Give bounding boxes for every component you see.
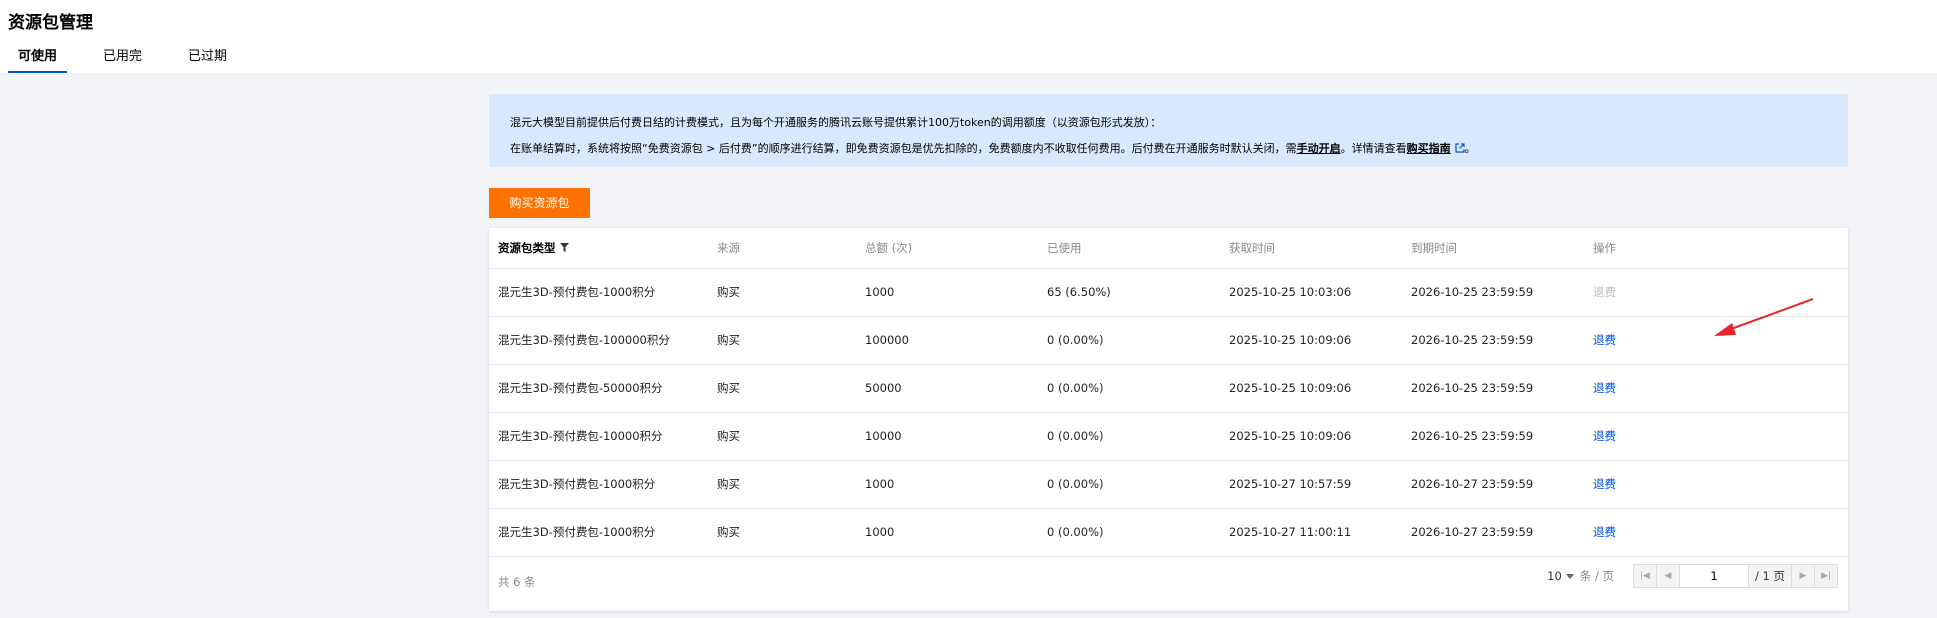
refund-link[interactable]: 退费 [1593, 429, 1616, 443]
first-page-icon[interactable]: |◀ [1632, 564, 1657, 588]
cell-type: 混元生3D-预付费包-100000积分 [489, 316, 708, 365]
refund-link[interactable]: 退费 [1593, 477, 1616, 491]
header-type[interactable]: 资源包类型 [489, 228, 708, 269]
cell-used: 65 (6.50%) [1038, 268, 1220, 317]
total-pages: / 1 页 [1748, 564, 1792, 588]
cell-source: 购买 [708, 412, 856, 461]
notice-line-2-mid: 。详情请查看 [1340, 142, 1407, 155]
purchase-guide-link[interactable]: 购买指南 [1407, 142, 1451, 155]
filter-icon[interactable] [559, 242, 569, 252]
resource-pack-table-card: 资源包类型 来源 总额 (次) 已使用 获取时间 到期时间 操作 混元生3D-预… [489, 228, 1848, 611]
annotation-arrow-icon [1714, 298, 1814, 336]
buy-resource-pack-button[interactable]: 购买资源包 [489, 188, 590, 218]
prev-page-icon[interactable]: ◀ [1655, 564, 1680, 588]
pagination: 10 条 / 页 |◀ ◀ / 1 页 ▶ ▶| [1547, 564, 1838, 588]
cell-action: 退费 [1584, 412, 1848, 461]
page-size-select[interactable]: 10 条 / 页 [1547, 568, 1614, 584]
cell-type: 混元生3D-预付费包-10000积分 [489, 412, 708, 461]
cell-type: 混元生3D-预付费包-1000积分 [489, 508, 708, 557]
table-header-row: 资源包类型 来源 总额 (次) 已使用 获取时间 到期时间 操作 [489, 228, 1848, 269]
cell-used: 0 (0.00%) [1038, 364, 1220, 413]
cell-acquired: 2025-10-27 10:57:59 [1220, 460, 1402, 509]
top-header: 资源包管理 可使用 已用完 已过期 [0, 0, 1937, 73]
cell-used: 0 (0.00%) [1038, 412, 1220, 461]
cell-acquired: 2025-10-25 10:09:06 [1220, 412, 1402, 461]
tab-expired[interactable]: 已过期 [178, 49, 237, 73]
header-action: 操作 [1584, 228, 1848, 269]
cell-type: 混元生3D-预付费包-1000积分 [489, 460, 708, 509]
last-page-icon[interactable]: ▶| [1814, 564, 1838, 588]
next-page-icon[interactable]: ▶ [1791, 564, 1815, 588]
cell-total: 10000 [856, 412, 1038, 461]
header-source: 来源 [708, 228, 856, 269]
cell-source: 购买 [708, 508, 856, 557]
cell-type: 混元生3D-预付费包-1000积分 [489, 268, 708, 317]
refund-link[interactable]: 退费 [1593, 333, 1616, 347]
cell-total: 1000 [856, 268, 1038, 317]
tab-bar: 可使用 已用完 已过期 [8, 49, 263, 73]
cell-total: 100000 [856, 316, 1038, 365]
page-number-input[interactable] [1678, 564, 1749, 588]
cell-source: 购买 [708, 364, 856, 413]
cell-total: 1000 [856, 460, 1038, 509]
tab-used-up[interactable]: 已用完 [93, 49, 152, 73]
table-footer: 共 6 条 10 条 / 页 |◀ ◀ / 1 页 ▶ ▶| [489, 552, 1848, 611]
cell-used: 0 (0.00%) [1038, 316, 1220, 365]
header-acquired: 获取时间 [1220, 228, 1402, 269]
total-count: 共 6 条 [498, 575, 536, 589]
table-row: 混元生3D-预付费包-1000积分 购买 1000 0 (0.00%) 2025… [489, 460, 1848, 509]
table-row: 混元生3D-预付费包-1000积分 购买 1000 65 (6.50%) 202… [489, 268, 1848, 317]
header-used: 已使用 [1038, 228, 1220, 269]
cell-type: 混元生3D-预付费包-50000积分 [489, 364, 708, 413]
refund-link[interactable]: 退费 [1593, 525, 1616, 539]
cell-expires: 2026-10-25 23:59:59 [1402, 316, 1584, 365]
cell-acquired: 2025-10-25 10:09:06 [1220, 316, 1402, 365]
table-row: 混元生3D-预付费包-10000积分 购买 10000 0 (0.00%) 20… [489, 412, 1848, 461]
cell-action: 退费 [1584, 508, 1848, 557]
notice-line-2-prefix: 在账单结算时，系统将按照“免费资源包 > 后付费”的顺序进行结算，即免费资源包是… [510, 142, 1297, 155]
cell-expires: 2026-10-25 23:59:59 [1402, 268, 1584, 317]
cell-expires: 2026-10-27 23:59:59 [1402, 508, 1584, 557]
cell-total: 50000 [856, 364, 1038, 413]
cell-acquired: 2025-10-27 11:00:11 [1220, 508, 1402, 557]
chevron-down-icon [1565, 573, 1574, 579]
page-size-value: 10 [1547, 569, 1562, 583]
cell-expires: 2026-10-25 23:59:59 [1402, 412, 1584, 461]
cell-action: 退费 [1584, 460, 1848, 509]
cell-acquired: 2025-10-25 10:09:06 [1220, 364, 1402, 413]
header-expires: 到期时间 [1402, 228, 1584, 269]
cell-acquired: 2025-10-25 10:03:06 [1220, 268, 1402, 317]
table-row: 混元生3D-预付费包-50000积分 购买 50000 0 (0.00%) 20… [489, 364, 1848, 413]
cell-expires: 2026-10-25 23:59:59 [1402, 364, 1584, 413]
billing-notice: 混元大模型目前提供后付费日结的计费模式，且为每个开通服务的腾讯云账号提供累计10… [489, 94, 1848, 167]
notice-line-2: 在账单结算时，系统将按照“免费资源包 > 后付费”的顺序进行结算，即免费资源包是… [510, 136, 1848, 162]
cell-used: 0 (0.00%) [1038, 460, 1220, 509]
cell-used: 0 (0.00%) [1038, 508, 1220, 557]
cell-source: 购买 [708, 268, 856, 317]
notice-line-1: 混元大模型目前提供后付费日结的计费模式，且为每个开通服务的腾讯云账号提供累计10… [510, 116, 1162, 129]
cell-expires: 2026-10-27 23:59:59 [1402, 460, 1584, 509]
header-type-label: 资源包类型 [498, 240, 556, 255]
external-link-icon[interactable] [1455, 143, 1465, 153]
cell-source: 购买 [708, 316, 856, 365]
notice-line-2-suffix: 。 [1464, 142, 1476, 155]
cell-action: 退费 [1584, 364, 1848, 413]
page-size-unit: 条 / 页 [1579, 569, 1614, 583]
page-title: 资源包管理 [8, 13, 93, 33]
tab-available[interactable]: 可使用 [8, 49, 68, 73]
refund-link: 退费 [1593, 285, 1616, 299]
header-total: 总额 (次) [856, 228, 1038, 269]
cell-total: 1000 [856, 508, 1038, 557]
table-row: 混元生3D-预付费包-100000积分 购买 100000 0 (0.00%) … [489, 316, 1848, 365]
resource-pack-table: 资源包类型 来源 总额 (次) 已使用 获取时间 到期时间 操作 混元生3D-预… [489, 228, 1848, 557]
refund-link[interactable]: 退费 [1593, 381, 1616, 395]
cell-source: 购买 [708, 460, 856, 509]
table-row: 混元生3D-预付费包-1000积分 购买 1000 0 (0.00%) 2025… [489, 508, 1848, 557]
enable-manually-link[interactable]: 手动开启 [1297, 142, 1341, 155]
